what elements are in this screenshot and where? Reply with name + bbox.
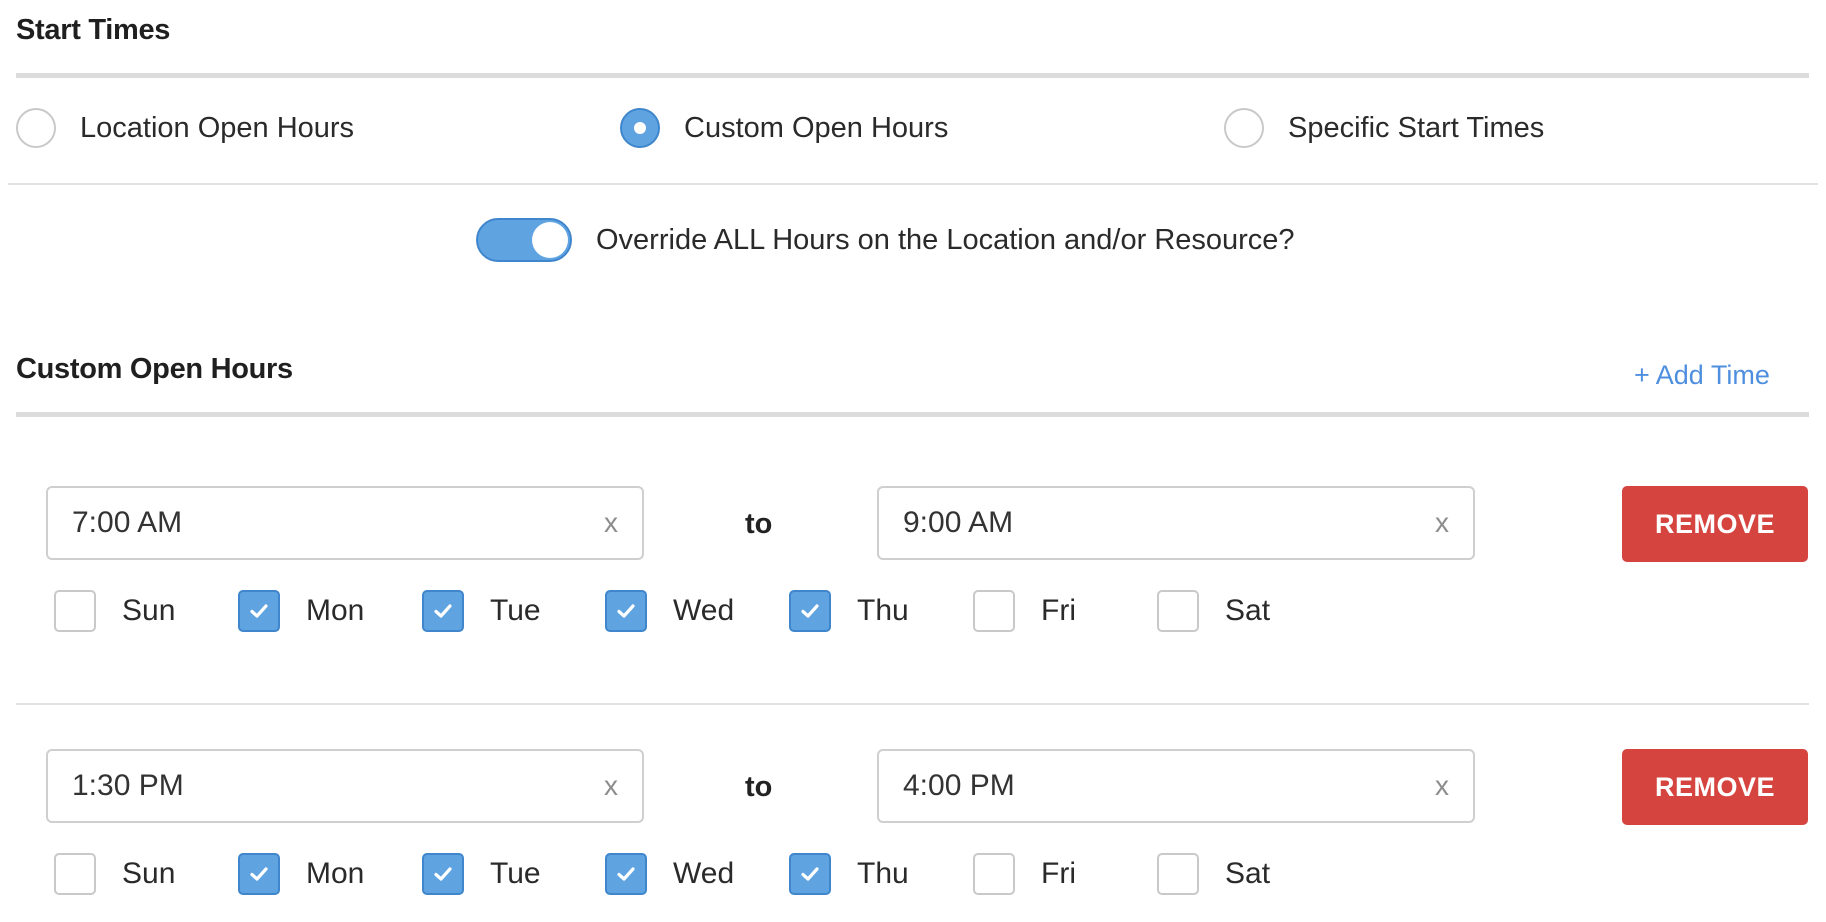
override-hours-toggle[interactable]: [476, 218, 572, 262]
day-option-fri-2[interactable]: Fri: [973, 853, 1076, 895]
day-option-wed-2[interactable]: Wed: [605, 853, 734, 895]
checkbox-sun-2[interactable]: [54, 853, 96, 895]
checkbox-tue-1[interactable]: [422, 590, 464, 632]
day-option-sun-2[interactable]: Sun: [54, 853, 175, 895]
end-time-input-1[interactable]: x: [877, 486, 1475, 560]
day-label: Tue: [490, 857, 541, 890]
remove-button-2[interactable]: REMOVE: [1622, 749, 1808, 825]
start-time-field-1[interactable]: [72, 488, 572, 558]
start-time-field-2[interactable]: [72, 751, 572, 821]
checkmark-icon: [801, 867, 819, 881]
radio-option-location-open-hours[interactable]: Location Open Hours: [16, 108, 354, 148]
checkbox-fri-2[interactable]: [973, 853, 1015, 895]
radio-label-location-open-hours: Location Open Hours: [80, 111, 355, 144]
add-time-link[interactable]: + Add Time: [1634, 360, 1770, 391]
checkbox-tue-2[interactable]: [422, 853, 464, 895]
radio-option-custom-open-hours[interactable]: Custom Open Hours: [620, 108, 948, 148]
checkbox-sun-1[interactable]: [54, 590, 96, 632]
checkbox-thu-1[interactable]: [789, 590, 831, 632]
day-label: Wed: [673, 857, 735, 890]
day-label: Tue: [490, 594, 541, 627]
day-option-sun-1[interactable]: Sun: [54, 590, 175, 632]
clear-start-time-1[interactable]: x: [604, 508, 618, 538]
day-option-tue-2[interactable]: Tue: [422, 853, 541, 895]
checkmark-icon: [434, 867, 452, 881]
radio-location-open-hours[interactable]: [16, 108, 56, 148]
day-label: Mon: [306, 594, 365, 627]
checkbox-mon-2[interactable]: [238, 853, 280, 895]
options-divider: [8, 183, 1818, 185]
day-label: Sun: [122, 594, 176, 627]
day-option-thu-1[interactable]: Thu: [789, 590, 909, 632]
day-option-fri-1[interactable]: Fri: [973, 590, 1076, 632]
day-label: Sat: [1225, 594, 1271, 627]
checkbox-fri-1[interactable]: [973, 590, 1015, 632]
day-option-wed-1[interactable]: Wed: [605, 590, 734, 632]
start-time-input-2[interactable]: x: [46, 749, 644, 823]
day-option-thu-2[interactable]: Thu: [789, 853, 909, 895]
day-label: Sun: [122, 857, 176, 890]
day-option-sat-2[interactable]: Sat: [1157, 853, 1270, 895]
day-label: Fri: [1041, 594, 1076, 627]
checkbox-wed-2[interactable]: [605, 853, 647, 895]
row-divider: [16, 703, 1809, 705]
day-option-mon-2[interactable]: Mon: [238, 853, 364, 895]
day-option-sat-1[interactable]: Sat: [1157, 590, 1270, 632]
remove-button-1[interactable]: REMOVE: [1622, 486, 1808, 562]
start-time-input-1[interactable]: x: [46, 486, 644, 560]
start-times-title: Start Times: [16, 14, 171, 46]
day-label: Mon: [306, 857, 365, 890]
day-label: Sat: [1225, 857, 1271, 890]
end-time-field-1[interactable]: [903, 488, 1403, 558]
start-times-divider: [16, 73, 1809, 78]
checkmark-icon: [617, 604, 635, 618]
radio-option-specific-start-times[interactable]: Specific Start Times: [1224, 108, 1544, 148]
end-time-field-2[interactable]: [903, 751, 1403, 821]
to-label-1: to: [745, 508, 773, 540]
checkbox-sat-2[interactable]: [1157, 853, 1199, 895]
override-hours-label: Override ALL Hours on the Location and/o…: [596, 224, 1295, 256]
day-label: Wed: [673, 594, 735, 627]
clear-end-time-1[interactable]: x: [1435, 508, 1449, 538]
end-time-input-2[interactable]: x: [877, 749, 1475, 823]
clear-start-time-2[interactable]: x: [604, 771, 618, 801]
checkbox-thu-2[interactable]: [789, 853, 831, 895]
custom-open-hours-title: Custom Open Hours: [16, 353, 293, 385]
radio-specific-start-times[interactable]: [1224, 108, 1264, 148]
checkmark-icon: [801, 604, 819, 618]
radio-custom-open-hours[interactable]: [620, 108, 660, 148]
checkbox-mon-1[interactable]: [238, 590, 280, 632]
toggle-knob: [532, 222, 568, 258]
checkbox-sat-1[interactable]: [1157, 590, 1199, 632]
checkmark-icon: [250, 867, 268, 881]
to-label-2: to: [745, 771, 773, 803]
day-label: Thu: [857, 594, 909, 627]
custom-hours-divider: [16, 412, 1809, 417]
radio-label-specific-start-times: Specific Start Times: [1288, 111, 1545, 144]
day-option-tue-1[interactable]: Tue: [422, 590, 541, 632]
radio-label-custom-open-hours: Custom Open Hours: [684, 111, 949, 144]
checkmark-icon: [434, 604, 452, 618]
day-label: Thu: [857, 857, 909, 890]
checkmark-icon: [250, 604, 268, 618]
clear-end-time-2[interactable]: x: [1435, 771, 1449, 801]
checkbox-wed-1[interactable]: [605, 590, 647, 632]
checkmark-icon: [617, 867, 635, 881]
day-label: Fri: [1041, 857, 1076, 890]
day-option-mon-1[interactable]: Mon: [238, 590, 364, 632]
